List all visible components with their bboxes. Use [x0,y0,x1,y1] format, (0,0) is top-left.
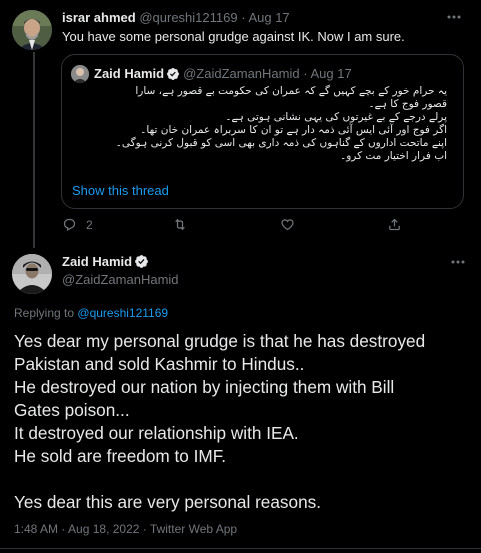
body-line: He sold are freedom to IMF. [14,446,227,466]
tweet-body: Yes dear my personal grudge is that he h… [14,330,425,514]
tweet-header: israr ahmed @qureshi121169 · Aug 17 [62,10,290,25]
tweet-source: Twitter Web App [149,522,238,536]
show-thread-link[interactable]: Show this thread [72,183,169,198]
tweet-time[interactable]: 1:48 AM [14,522,58,536]
quoted-tweet-card[interactable]: Zaid Hamid @ZaidZamanHamid · Aug 17 یہ حر… [61,54,464,209]
separator-dot: · [61,522,66,536]
retweet-icon [172,217,188,232]
like-button[interactable] [280,217,304,232]
body-line: Yes dear this are very personal reasons. [14,492,321,512]
tweet-date: Aug 17 [310,66,352,81]
tweet-date[interactable]: Aug 18, 2022 [68,522,139,536]
text-line: اگر فوج اور آئی ایس آئی ذمہ دار ہے تو ان… [140,124,447,136]
tweet-text: You have some personal grudge against IK… [62,29,405,44]
avatar [71,65,89,83]
separator-dot: · [142,522,147,536]
replying-to: Replying to @qureshi121169 [14,306,168,320]
body-line [14,468,425,491]
reply-icon [62,217,77,232]
tweet-date[interactable]: Aug 17 [248,10,289,25]
avatar[interactable] [12,10,52,50]
divider [0,548,481,549]
body-line: Gates poison... [14,400,130,420]
avatar[interactable] [12,254,52,294]
share-icon [387,217,402,232]
ellipsis-icon[interactable] [449,253,467,274]
author-name: Zaid Hamid [94,66,165,81]
heart-icon [280,217,295,232]
author-handle[interactable]: @ZaidZamanHamid [62,272,179,287]
text-line: اپنے ماتحت اداروں کے گناہوں کی ذمہ داری … [115,137,447,149]
body-line: He destroyed our nation by injecting the… [14,377,395,397]
separator-dot: · [303,66,308,81]
body-line: It destroyed our relationship with IEA. [14,423,299,443]
text-line: اب فرار اختیار مت کرو۔ [340,150,447,162]
author-name[interactable]: israr ahmed [62,10,136,25]
verified-badge-icon [166,67,180,84]
ellipsis-icon[interactable] [445,8,463,29]
replying-to-label: Replying to [14,306,75,320]
verified-badge-icon [134,254,149,272]
text-line: یہ حرام خور کے بچے کہیں گے کہ عمران کی ح… [135,85,447,97]
tweet-header: Zaid Hamid [62,254,152,272]
author-name[interactable]: Zaid Hamid [62,254,132,269]
thread-connector-line [33,52,35,248]
replying-to-handle-link[interactable]: @qureshi121169 [77,306,168,320]
quoted-tweet-header: Zaid Hamid @ZaidZamanHamid · Aug 17 [94,66,352,84]
retweet-button[interactable] [172,217,197,232]
reply-button[interactable]: 2 [62,217,93,232]
body-line: Pakistan and sold Kashmir to Hindus.. [14,354,305,374]
author-handle: @ZaidZamanHamid [183,66,300,81]
tweet-meta: 1:48 AM · Aug 18, 2022 · Twitter Web App [14,522,237,536]
quoted-tweet-text: یہ حرام خور کے بچے کہیں گے کہ عمران کی ح… [77,85,447,163]
text-line: پرلے درجے کے بے غیرتوں کی یہی نشانی ہوتی… [225,111,447,123]
separator-dot: · [241,10,246,25]
body-line: Yes dear my personal grudge is that he h… [14,331,426,351]
reply-count: 2 [86,217,93,232]
author-handle[interactable]: @qureshi121169 [139,10,237,25]
share-button[interactable] [387,217,411,232]
text-line: قصور فوج کا ہے۔ [368,98,447,110]
